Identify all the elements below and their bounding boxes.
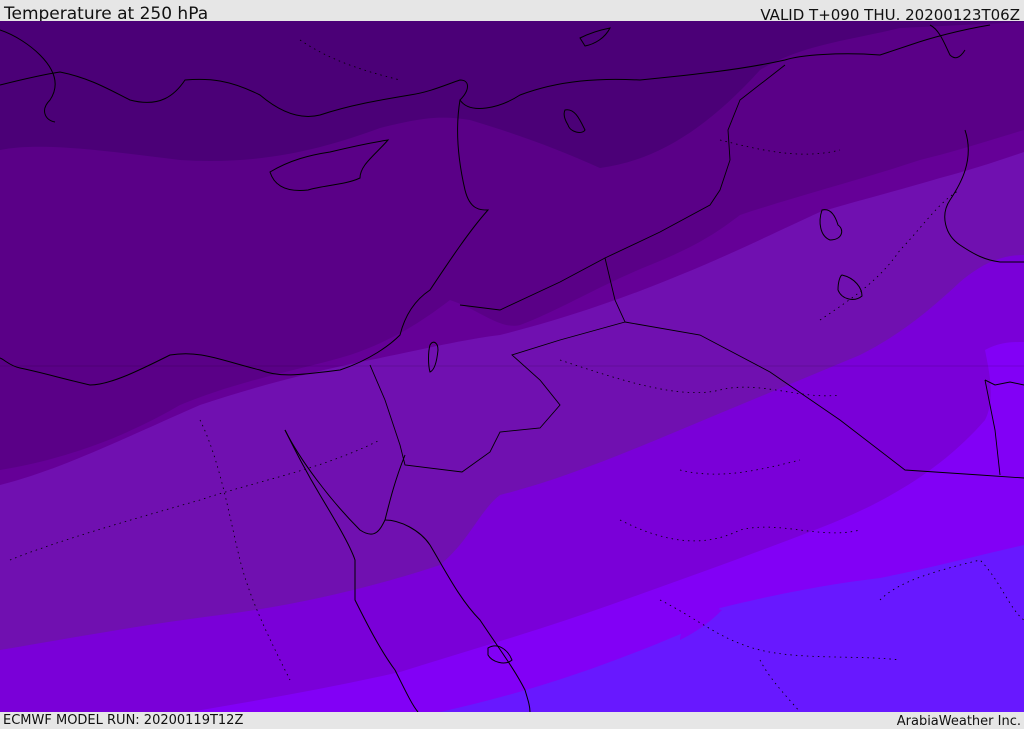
map-footer: ECMWF MODEL RUN: 20200119T12Z ArabiaWeat… [0,712,1024,729]
weather-map-frame: Temperature at 250 hPa VALID T+090 THU. … [0,0,1024,729]
temperature-map [0,21,1024,712]
credit-label: ArabiaWeather Inc. [896,714,1021,729]
model-run-label: ECMWF MODEL RUN: 20200119T12Z [3,713,244,728]
map-area [0,21,1024,712]
map-header: Temperature at 250 hPa VALID T+090 THU. … [0,0,1024,24]
